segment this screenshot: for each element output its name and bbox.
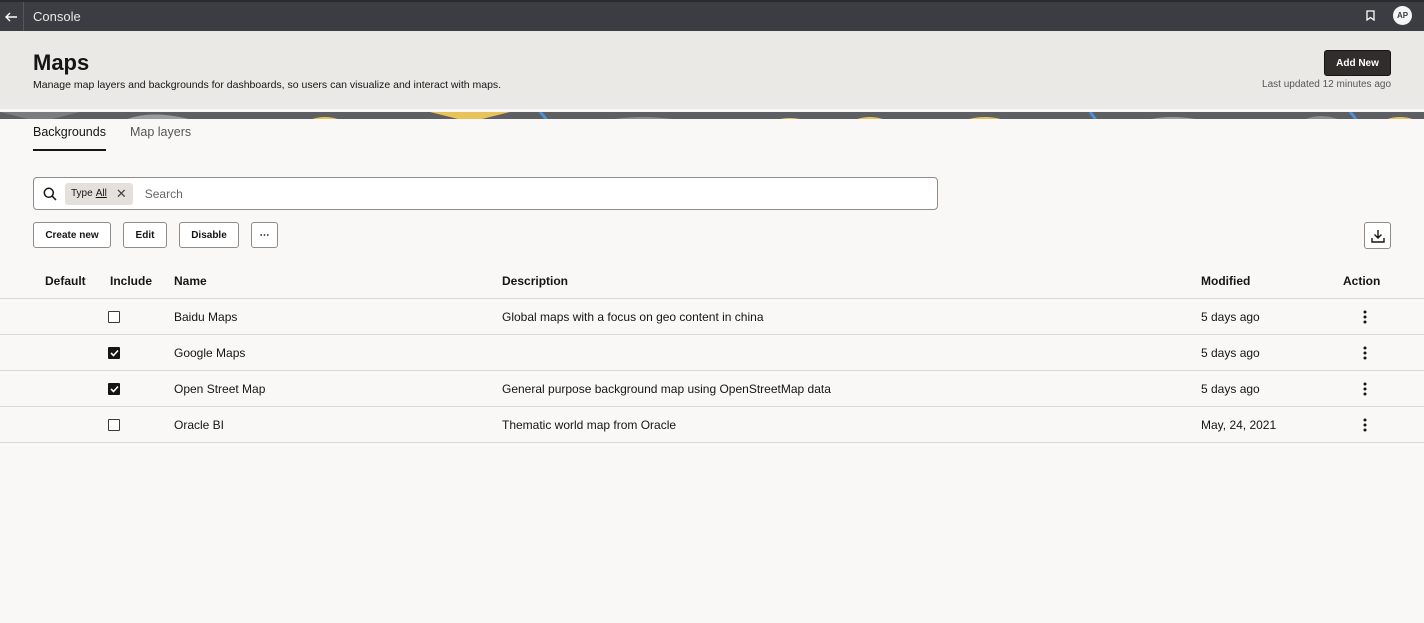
row-description: Global maps with a focus on geo content … [502,309,764,324]
include-checkbox[interactable] [108,382,120,395]
bookmark-button[interactable] [1362,5,1378,25]
include-checkbox[interactable] [108,310,120,323]
page-title: Maps [33,50,90,75]
row-actions-button[interactable] [1357,299,1373,334]
backgrounds-table: Default Include Name Description Modifie… [0,263,1424,443]
row-description: General purpose background map using Ope… [502,381,831,396]
search-bar[interactable]: Type All ✕ [33,177,938,210]
filter-chip-value[interactable]: All [96,188,107,199]
row-modified: 5 days ago [1201,345,1260,360]
column-header-modified[interactable]: Modified [1201,263,1250,298]
page-subtitle: Manage map layers and backgrounds for da… [33,79,502,91]
column-header-include: Include [110,273,153,288]
column-header-action: Action [1343,273,1381,288]
table-row[interactable]: Open Street Map General purpose backgrou… [0,371,1424,407]
more-vertical-icon [1363,382,1367,395]
include-checkbox[interactable] [108,346,120,359]
tab-backgrounds[interactable]: Backgrounds [33,125,106,151]
row-modified: 5 days ago [1201,381,1260,396]
column-header-description[interactable]: Description [502,263,568,298]
download-icon [1370,229,1385,243]
top-bar: Console AP [0,0,1424,31]
type-filter-chip[interactable]: Type All ✕ [65,182,133,205]
search-icon [35,187,65,201]
toolbar: Create new Edit Disable ⋯ [33,222,278,248]
bookmark-icon [1365,9,1375,21]
arrow-left-icon [5,12,17,21]
column-header-default: Default [45,273,86,288]
more-vertical-icon [1363,418,1367,431]
row-name: Baidu Maps [174,309,238,324]
include-checkbox[interactable] [108,418,120,431]
table-row[interactable]: Baidu Maps Global maps with a focus on g… [0,299,1424,335]
row-name: Oracle BI [174,417,225,432]
add-new-button[interactable]: Add New [1324,50,1391,76]
edit-button[interactable]: Edit [123,222,167,248]
close-icon[interactable]: ✕ [116,187,127,200]
back-button[interactable] [0,2,24,31]
download-button[interactable] [1364,222,1391,249]
create-new-button[interactable]: Create new [33,222,111,248]
check-icon [109,385,119,393]
last-updated-text: Last updated 12 minutes ago [1262,79,1391,90]
check-icon [109,349,119,357]
column-header-name[interactable]: Name [174,263,207,298]
app-title: Console [33,9,81,24]
more-actions-button[interactable]: ⋯ [251,222,278,248]
avatar[interactable]: AP [1393,5,1412,25]
table-row[interactable]: Oracle BI Thematic world map from Oracle… [0,407,1424,443]
decorative-banner [0,109,1424,119]
table-row[interactable]: Google Maps 5 days ago [0,335,1424,371]
row-name: Open Street Map [174,381,266,396]
disable-button[interactable]: Disable [179,222,239,248]
search-input[interactable] [144,186,745,201]
more-vertical-icon [1363,346,1367,359]
row-actions-button[interactable] [1357,335,1373,370]
page-header: Maps Manage map layers and backgrounds f… [0,31,1424,109]
row-modified: May, 24, 2021 [1201,417,1277,432]
tab-map-layers[interactable]: Map layers [130,125,191,151]
filter-chip-label: Type [71,188,93,199]
row-actions-button[interactable] [1357,407,1373,442]
more-vertical-icon [1363,310,1367,323]
row-modified: 5 days ago [1201,309,1260,324]
row-actions-button[interactable] [1357,371,1373,406]
table-header-row: Default Include Name Description Modifie… [0,263,1424,299]
tab-bar: Backgrounds Map layers [33,125,191,151]
row-description: Thematic world map from Oracle [502,417,677,432]
row-name: Google Maps [174,345,246,360]
